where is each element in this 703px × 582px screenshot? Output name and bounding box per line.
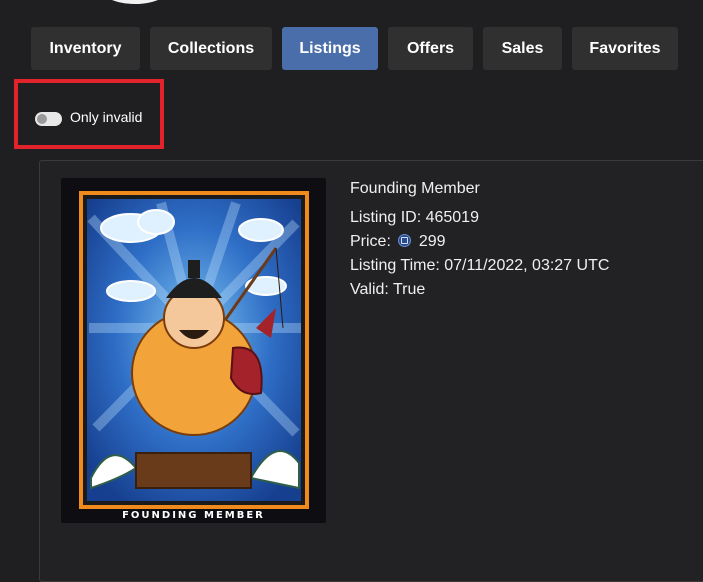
listing-price: Price: 299 [350,230,609,254]
listing-title: Founding Member [350,180,480,197]
listing-details: Founding Member Listing ID: 465019 Price… [350,177,609,302]
tab-listings[interactable]: Listings [282,27,378,70]
toggle-knob [37,114,47,124]
price-label: Price: [350,233,391,250]
tab-collections[interactable]: Collections [150,27,272,70]
tab-offers[interactable]: Offers [388,27,473,70]
price-value: 299 [418,233,446,250]
listing-id: Listing ID: 465019 [350,209,479,226]
only-invalid-toggle[interactable] [35,112,62,126]
listing-card: FOUNDING MEMBER Founding Member Listing … [39,160,703,582]
tab-inventory[interactable]: Inventory [31,27,140,70]
image-caption: FOUNDING MEMBER [122,510,265,521]
only-invalid-filter-highlight: Only invalid [14,79,164,149]
cro-coin-icon [398,234,412,247]
tab-sales[interactable]: Sales [483,27,562,70]
tab-favorites[interactable]: Favorites [572,27,678,70]
profile-avatar [95,0,175,4]
nft-image[interactable]: FOUNDING MEMBER [61,178,326,523]
rock [135,452,252,489]
listing-valid: Valid: True [350,281,426,298]
only-invalid-label: Only invalid [70,109,143,125]
listing-time: Listing Time: 07/11/2022, 03:27 UTC [350,257,610,274]
